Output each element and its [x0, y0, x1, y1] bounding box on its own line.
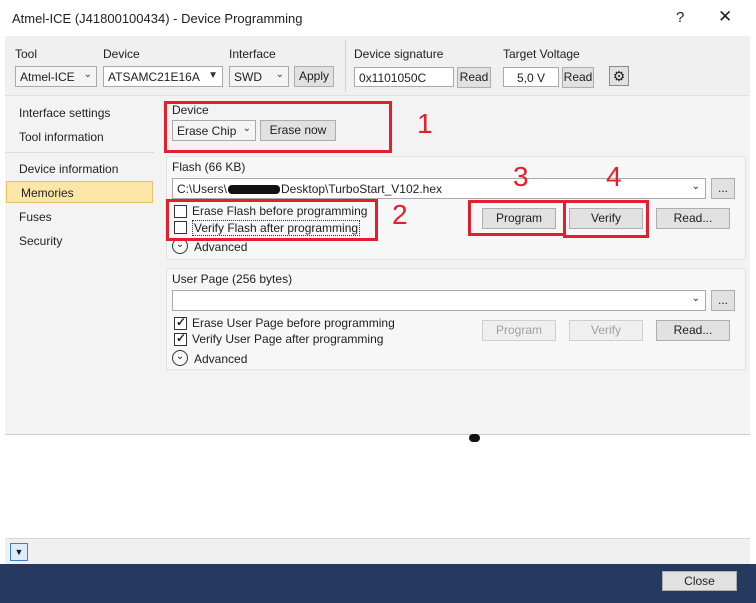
- erase-user-page-checkbox[interactable]: [174, 315, 187, 330]
- status-bar: ▼: [5, 538, 750, 564]
- flash-path-end: Desktop\TurboStart_V102.hex: [281, 182, 442, 196]
- sidebar-item-interface-settings[interactable]: Interface settings: [5, 102, 154, 124]
- expand-advanced-icon[interactable]: ⌄: [172, 350, 188, 366]
- sidebar-item-tool-information[interactable]: Tool information: [5, 126, 154, 148]
- signature-label: Device signature: [354, 47, 444, 61]
- verify-user-page-checkbox[interactable]: [174, 331, 187, 346]
- annotation-box-2: [166, 199, 378, 241]
- annotation-box-3: [468, 200, 566, 236]
- interface-value: SWD: [234, 70, 262, 84]
- flash-read-button[interactable]: Read...: [656, 208, 730, 229]
- cursor-mark: [469, 434, 480, 442]
- user-page-path-field[interactable]: ⌄: [172, 290, 706, 311]
- apply-button[interactable]: Apply: [294, 66, 334, 87]
- dropdown-arrow-icon: ▼: [208, 70, 218, 81]
- annotation-box-4: [563, 200, 649, 238]
- annotation-number-3: 3: [513, 161, 529, 192]
- tool-label: Tool: [15, 47, 38, 61]
- annotation-box-1: [164, 101, 392, 153]
- signature-read-button[interactable]: Read: [457, 67, 491, 88]
- tool-select[interactable]: Atmel-ICE ⌄: [15, 66, 97, 87]
- flash-browse-button[interactable]: ...: [711, 178, 735, 199]
- voltage-label: Target Voltage: [503, 47, 580, 61]
- redaction-mark: [228, 185, 281, 195]
- sidebar-item-fuses[interactable]: Fuses: [5, 206, 154, 228]
- user-page-label: User Page (256 bytes): [172, 272, 293, 286]
- title-bar: Atmel-ICE (J41800100434) - Device Progra…: [0, 0, 756, 36]
- sidebar-divider: [5, 152, 154, 153]
- device-value: ATSAMC21E16A: [108, 70, 200, 84]
- window-title: Atmel-ICE (J41800100434) - Device Progra…: [12, 11, 303, 26]
- flash-path-start: C:\Users\: [177, 182, 228, 196]
- chevron-down-icon: ⌄: [691, 181, 700, 192]
- toolbar: Tool Atmel-ICE ⌄ Device ATSAMC21E16A ▼ I…: [5, 36, 750, 96]
- flash-label: Flash (66 KB): [172, 160, 246, 174]
- annotation-number-4: 4: [606, 161, 622, 192]
- gear-icon[interactable]: ⚙: [609, 66, 629, 86]
- toolbar-divider: [345, 40, 346, 92]
- device-select[interactable]: ATSAMC21E16A ▼: [103, 66, 223, 87]
- signature-field: 0x1101050C: [354, 67, 454, 87]
- help-button[interactable]: ?: [676, 9, 684, 26]
- flash-path-field[interactable]: C:\Users\ Desktop\TurboStart_V102.hex ⌄: [172, 178, 706, 199]
- user-page-read-button[interactable]: Read...: [656, 320, 730, 341]
- sidebar-item-device-information[interactable]: Device information: [5, 158, 154, 180]
- user-page-program-button[interactable]: Program: [482, 320, 556, 341]
- chevron-down-icon: ⌄: [83, 69, 92, 80]
- voltage-field: 5,0 V: [503, 67, 559, 87]
- window-close-button[interactable]: ✕: [718, 7, 732, 27]
- expand-log-icon[interactable]: ▼: [10, 543, 28, 561]
- interface-label: Interface: [229, 47, 276, 61]
- footer-bar: Close: [0, 564, 756, 603]
- user-page-verify-button[interactable]: Verify: [569, 320, 643, 341]
- sidebar-item-memories[interactable]: Memories: [6, 181, 153, 203]
- tool-value: Atmel-ICE: [20, 70, 75, 84]
- user-page-browse-button[interactable]: ...: [711, 290, 735, 311]
- output-log: [5, 434, 750, 538]
- sidebar: Interface settings Tool information Devi…: [5, 96, 154, 434]
- device-label: Device: [103, 47, 140, 61]
- interface-select[interactable]: SWD ⌄: [229, 66, 289, 87]
- annotation-number-1: 1: [417, 108, 433, 139]
- chevron-down-icon: ⌄: [275, 69, 284, 80]
- flash-advanced-label[interactable]: Advanced: [194, 240, 247, 254]
- close-button[interactable]: Close: [662, 571, 737, 591]
- voltage-read-button[interactable]: Read: [562, 67, 594, 88]
- annotation-number-2: 2: [392, 199, 408, 230]
- erase-user-page-label: Erase User Page before programming: [192, 316, 395, 330]
- verify-user-page-label: Verify User Page after programming: [192, 332, 384, 346]
- user-page-advanced-label[interactable]: Advanced: [194, 352, 247, 366]
- chevron-down-icon: ⌄: [691, 293, 700, 304]
- sidebar-item-security[interactable]: Security: [5, 230, 154, 252]
